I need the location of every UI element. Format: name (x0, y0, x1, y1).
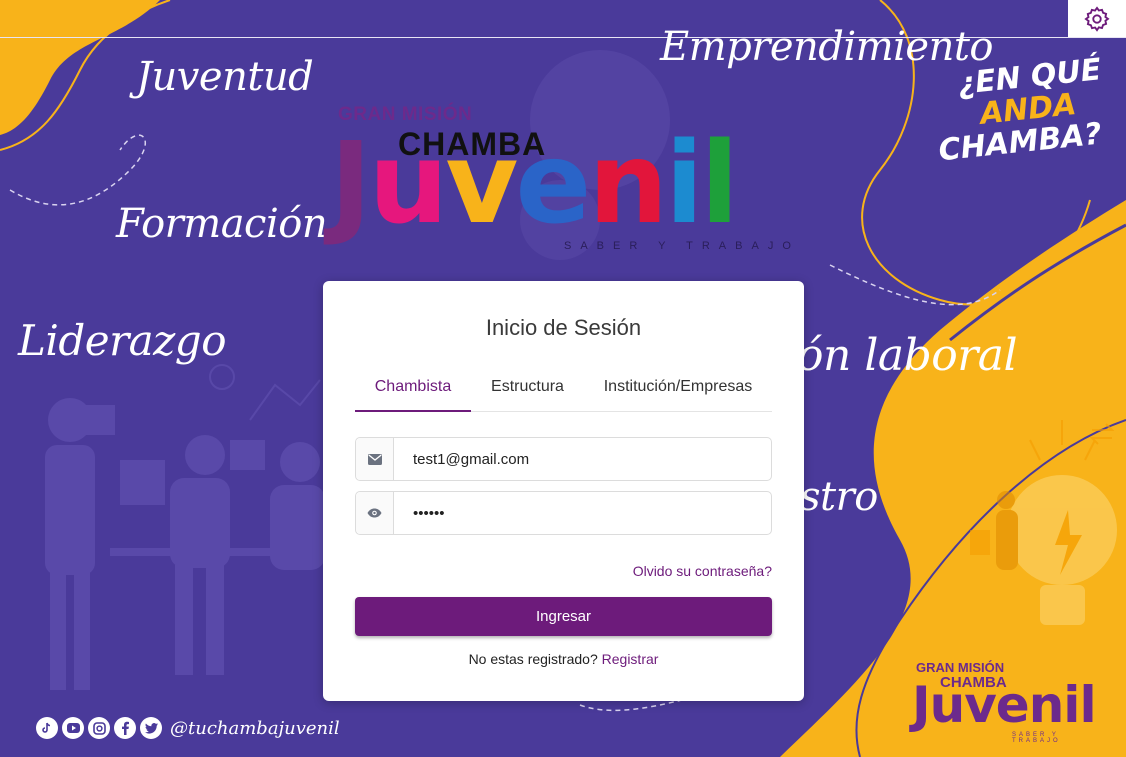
bg-word-emprendimiento: Emprendimiento (660, 24, 994, 70)
register-row: No estas registrado? Registrar (323, 651, 804, 667)
logo-small-tagline: SABER Y TRABAJO (1012, 732, 1061, 744)
envelope-icon (356, 438, 394, 480)
twitter-icon[interactable] (140, 717, 162, 739)
tab-estructura[interactable]: Estructura (471, 364, 584, 412)
logo-tagline: SABER Y TRABAJO (564, 240, 800, 252)
facebook-icon[interactable] (114, 717, 136, 739)
login-title: Inicio de Sesión (485, 315, 642, 340)
brand-logo: GRAN MISIÓN Juvenil CHAMBA SABER Y TRABA… (330, 102, 800, 262)
social-links: @tuchambajuvenil (36, 717, 340, 739)
tab-institucion-empresas[interactable]: Institución/Empresas (584, 364, 772, 412)
youtube-icon[interactable] (62, 717, 84, 739)
register-prompt: No estas registrado? (468, 651, 598, 667)
login-tabs: Chambista Estructura Institución/Empresa… (355, 364, 772, 412)
tiktok-icon[interactable] (36, 717, 58, 739)
password-input[interactable] (394, 492, 771, 534)
logo-chamba: CHAMBA (398, 126, 547, 162)
bg-word-insercion-laboral: ón laboral (797, 330, 1018, 381)
eye-icon[interactable] (356, 492, 394, 534)
login-card: Inicio de Sesión Chambista Estructura In… (323, 281, 804, 701)
register-link[interactable]: Registrar (602, 651, 659, 667)
brand-logo-small: GRAN MISIÓN Juvenil CHAMBA SABER Y TRABA… (912, 660, 1112, 745)
forgot-password-link[interactable]: Olvido su contraseña? (633, 563, 772, 579)
logo-small-chamba: CHAMBA (940, 674, 1007, 691)
bg-word-registro: stro (800, 474, 878, 520)
bg-word-formacion: Formación (116, 201, 328, 247)
instagram-icon[interactable] (88, 717, 110, 739)
email-field-group (355, 437, 772, 481)
settings-button[interactable] (1068, 0, 1126, 37)
slogan: ¿EN QUÉ ANDA CHAMBA? (930, 52, 1124, 168)
email-input[interactable] (394, 438, 771, 480)
password-field-group (355, 491, 772, 535)
gear-icon (1084, 5, 1110, 32)
logo-small-gran-mision: GRAN MISIÓN (916, 660, 1005, 675)
bg-word-liderazgo: Liderazgo (18, 316, 226, 365)
bg-word-juventud: Juventud (136, 54, 314, 100)
tab-chambista[interactable]: Chambista (355, 364, 471, 412)
login-button[interactable]: Ingresar (355, 597, 772, 636)
social-handle: @tuchambajuvenil (170, 717, 340, 739)
